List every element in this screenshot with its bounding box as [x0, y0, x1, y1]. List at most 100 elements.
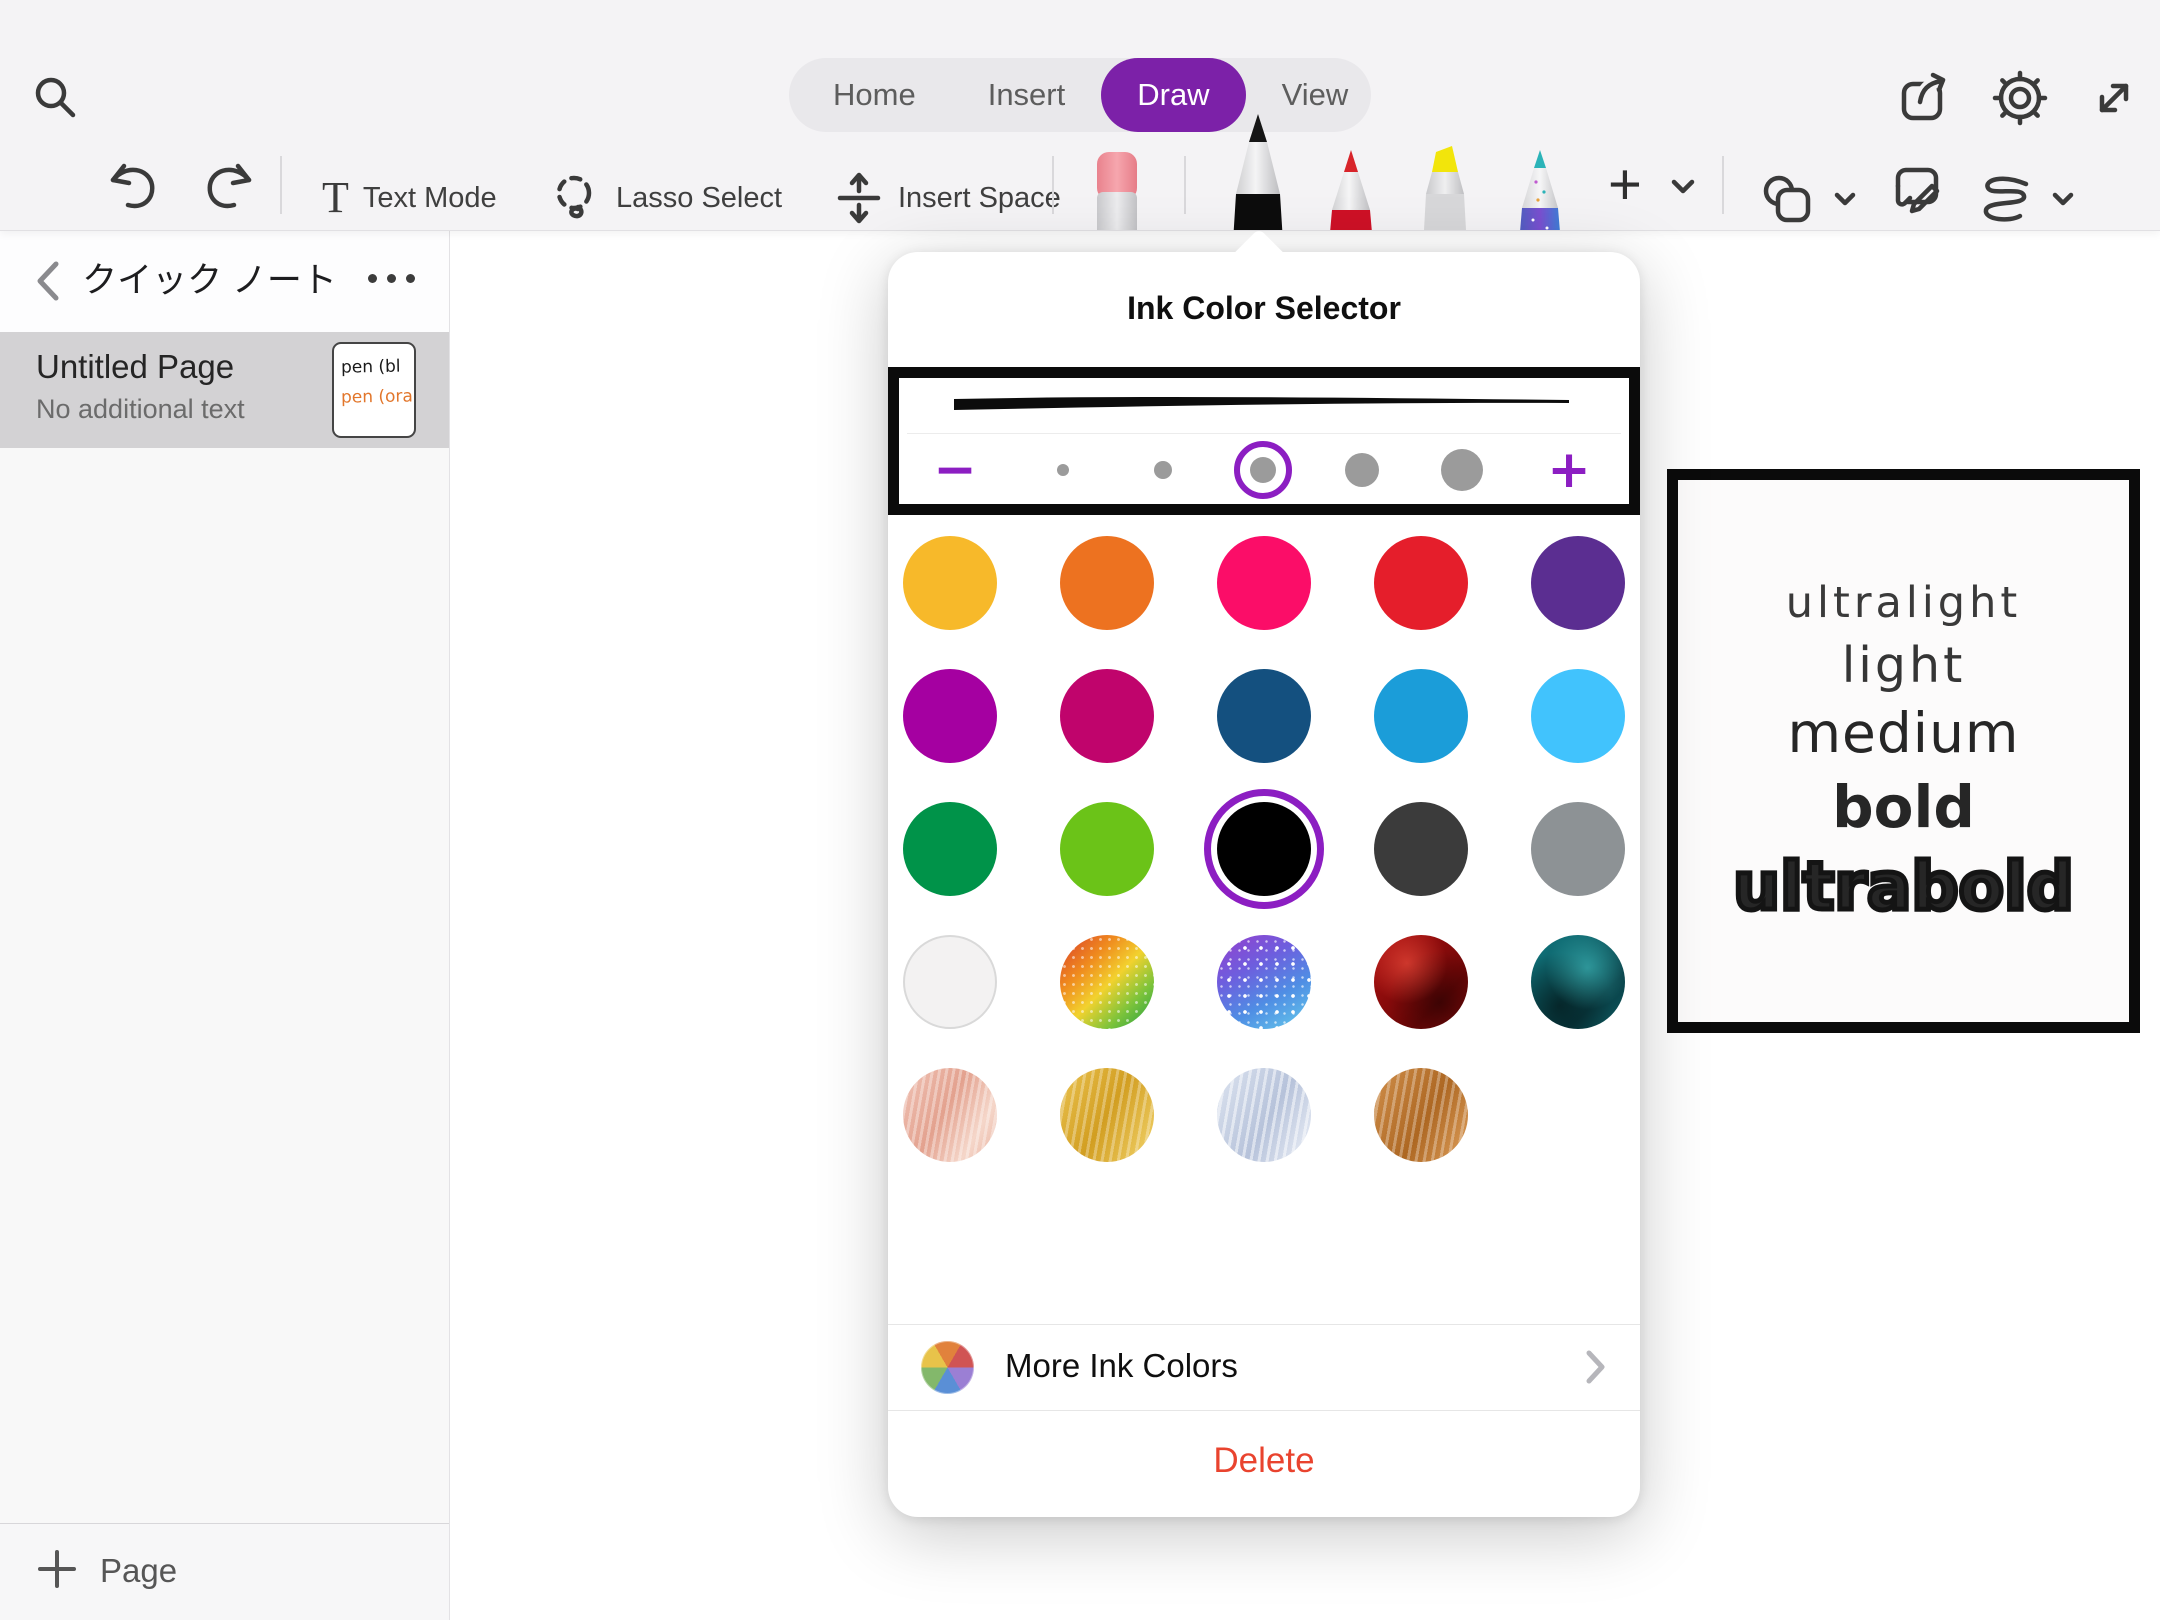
- page-subtitle: No additional text: [36, 394, 245, 425]
- ink-replay-button[interactable]: [1976, 160, 2076, 230]
- add-page-button[interactable]: [34, 1546, 80, 1592]
- redo-button[interactable]: [194, 150, 258, 230]
- lasso-icon: [548, 171, 602, 225]
- color-swatch-green[interactable]: [903, 802, 997, 896]
- insert-space-button[interactable]: Insert Space: [834, 158, 1061, 230]
- eraser-tool[interactable]: [1085, 150, 1149, 230]
- undo-button[interactable]: [104, 150, 168, 230]
- pen-set-dropdown[interactable]: [1668, 176, 1698, 198]
- chevron-down-icon: [1832, 190, 1858, 210]
- ink-note-button[interactable]: [1888, 160, 1946, 230]
- yellow-highlighter-tool[interactable]: [1414, 144, 1476, 230]
- thickness-option-1[interactable]: [1057, 464, 1069, 476]
- thickness-dot: [1057, 464, 1069, 476]
- thickness-section-annotation-box: − +: [888, 367, 1640, 515]
- text-mode-icon: T: [322, 176, 349, 220]
- search-button[interactable]: [30, 72, 82, 124]
- stroke-preview: [949, 383, 1574, 423]
- color-swatch-purple[interactable]: [1531, 536, 1625, 630]
- color-swatch-teal-marble[interactable]: [1531, 935, 1625, 1029]
- color-swatch-rose-gold[interactable]: [903, 1068, 997, 1162]
- color-swatch-dark-blue[interactable]: [1217, 669, 1311, 763]
- thickness-dot: [1154, 461, 1172, 479]
- fullscreen-button[interactable]: [2086, 70, 2142, 126]
- color-swatch-pink[interactable]: [1217, 536, 1311, 630]
- color-swatch-magenta[interactable]: [903, 669, 997, 763]
- share-icon: [1896, 70, 1952, 126]
- lasso-select-button[interactable]: Lasso Select: [548, 158, 782, 230]
- sidebar-header: クイック ノート: [0, 230, 449, 332]
- text-mode-button[interactable]: T Text Mode: [322, 158, 497, 230]
- color-swatch-red-marble[interactable]: [1374, 935, 1468, 1029]
- thickness-dot: [1441, 449, 1483, 491]
- notebook-title: クイック ノート: [60, 230, 359, 332]
- thickness-samples-annotation-box: ultralightlightmediumboldultrabold: [1667, 469, 2140, 1033]
- shapes-button[interactable]: [1760, 160, 1858, 230]
- color-swatch-yellow[interactable]: [903, 536, 997, 630]
- color-swatch-red[interactable]: [1374, 536, 1468, 630]
- plus-icon: [34, 1546, 80, 1592]
- back-button[interactable]: [30, 258, 64, 304]
- thickness-sample-bold: bold: [1832, 777, 1975, 838]
- thickness-option-2[interactable]: [1154, 461, 1172, 479]
- decrease-thickness-button[interactable]: −: [933, 444, 977, 496]
- share-button[interactable]: [1896, 70, 1952, 126]
- thumbnail-ink-line: pen (bl: [341, 351, 415, 382]
- tab-draw[interactable]: Draw: [1101, 58, 1245, 132]
- scribble-icon: [1976, 172, 2036, 228]
- delete-pen-button[interactable]: Delete: [888, 1411, 1640, 1517]
- page-list-item-selected[interactable]: Untitled Page No additional text pen (bl…: [0, 332, 449, 448]
- black-pen-tool-selected[interactable]: [1226, 112, 1290, 230]
- color-swatch-sky-blue[interactable]: [1531, 669, 1625, 763]
- tab-insert[interactable]: Insert: [952, 58, 1102, 132]
- toolbar-divider: [1722, 156, 1724, 214]
- red-pen-icon: [1322, 148, 1380, 230]
- color-swatch-rainbow-glitter[interactable]: [1060, 935, 1154, 1029]
- eraser-icon: [1085, 150, 1149, 230]
- thickness-option-3[interactable]: [1250, 457, 1276, 483]
- galaxy-pencil-tool[interactable]: [1511, 148, 1569, 230]
- redo-icon: [194, 156, 258, 220]
- highlighter-icon: [1414, 144, 1476, 230]
- color-swatch-white[interactable]: [903, 935, 997, 1029]
- add-pen-button[interactable]: +: [1608, 150, 1642, 220]
- chevron-left-icon: [30, 258, 64, 304]
- color-swatch-dark-gray[interactable]: [1374, 802, 1468, 896]
- add-page-label[interactable]: Page: [100, 1552, 177, 1590]
- thickness-option-5[interactable]: [1441, 449, 1483, 491]
- popup-caret: [1229, 228, 1288, 287]
- section-menu-button[interactable]: [368, 274, 415, 283]
- popup-title: Ink Color Selector: [888, 290, 1640, 327]
- color-swatch-raspberry[interactable]: [1060, 669, 1154, 763]
- color-swatch-grid: [903, 536, 1625, 1162]
- increase-thickness-button[interactable]: +: [1547, 444, 1591, 496]
- more-ink-colors-row[interactable]: More Ink Colors: [888, 1325, 1640, 1410]
- color-swatch-silver[interactable]: [1217, 1068, 1311, 1162]
- settings-button[interactable]: [1992, 70, 2048, 126]
- black-pen-icon: [1226, 112, 1290, 230]
- color-swatch-lime-green[interactable]: [1060, 802, 1154, 896]
- color-swatch-gray[interactable]: [1531, 802, 1625, 896]
- color-swatch-gold[interactable]: [1060, 1068, 1154, 1162]
- sidebar-footer: Page: [0, 1523, 449, 1620]
- toolbar-divider: [280, 156, 282, 214]
- red-pen-tool[interactable]: [1322, 148, 1380, 230]
- color-wheel-icon: [921, 1341, 974, 1394]
- tab-home[interactable]: Home: [797, 58, 952, 132]
- page-title: Untitled Page: [36, 348, 234, 386]
- shapes-icon: [1760, 172, 1818, 228]
- undo-icon: [104, 156, 168, 220]
- note-edit-icon: [1888, 160, 1946, 216]
- page-sidebar: クイック ノート Untitled Page No additional tex…: [0, 230, 450, 1620]
- color-swatch-blue[interactable]: [1374, 669, 1468, 763]
- color-swatch-black[interactable]: [1217, 802, 1311, 896]
- thickness-sample-light: light: [1842, 640, 1966, 691]
- color-swatch-galaxy[interactable]: [1217, 935, 1311, 1029]
- toolbar-divider: [1184, 156, 1186, 214]
- ink-color-selector-popup: Ink Color Selector − + More Ink Colors D…: [888, 252, 1640, 1517]
- thickness-option-4[interactable]: [1345, 453, 1379, 487]
- color-swatch-orange[interactable]: [1060, 536, 1154, 630]
- color-swatch-bronze[interactable]: [1374, 1068, 1468, 1162]
- chevron-down-icon: [1668, 176, 1698, 198]
- divider: [907, 433, 1621, 434]
